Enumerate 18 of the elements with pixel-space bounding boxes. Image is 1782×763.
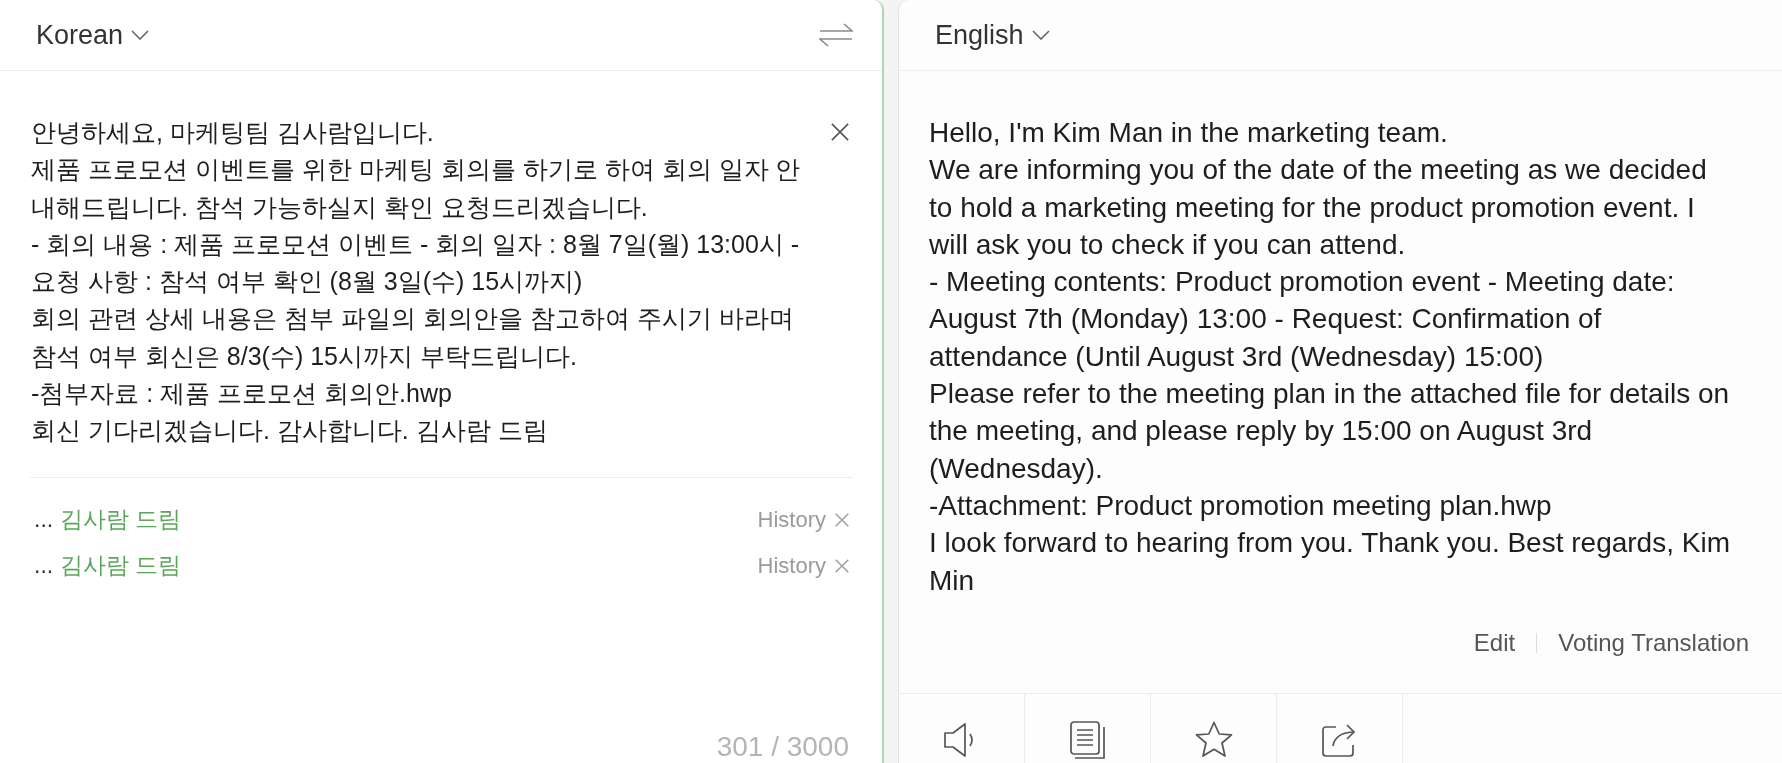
history-label: History bbox=[757, 552, 826, 579]
character-count: 301 / 3000 bbox=[716, 731, 850, 763]
star-icon[interactable] bbox=[1194, 721, 1233, 758]
history-entry[interactable]: ... 김사람 드림 bbox=[34, 550, 181, 582]
copy-icon[interactable] bbox=[1069, 721, 1106, 759]
history-entry[interactable]: ... 김사람 드림 bbox=[34, 504, 181, 536]
voting-translation-link[interactable]: Voting Translation bbox=[1558, 628, 1749, 657]
swap-icon[interactable] bbox=[819, 22, 853, 48]
close-icon[interactable] bbox=[831, 123, 849, 141]
edit-link[interactable]: Edit bbox=[1473, 628, 1516, 657]
share-icon[interactable] bbox=[1321, 721, 1358, 757]
language-selector[interactable]: Korean bbox=[36, 19, 150, 51]
source-text-field[interactable]: 안녕하세요, 마케팅팀 김사람입니다. 제품 프로모션 이벤트를 위한 마케팅 회의를 하기로 하여 회의 일자 안 내해드립니다. 참석 가능하실지 확인 요청드리겠습니다. - 회의 내용 : 제품 프로모션 이벤트 - 회의 일자 : 8월 7일(월) 13:00시 - 요청 사항 : 참석 여부 확인 (8월 3일(수) 15시까지) 회의 관련 상세 내용은 첨부 파일의 회의안을 참고하여 주시기 바라며 참석 여부 회신은 8/3(수) 15시까지 부탁드립니다. -첨부자료 : 제품 프로모션 회의안.hwp 회신 기다리겠습니다. 감사합니다. 김사람 드림 bbox=[31, 114, 831, 450]
chevron-down-icon bbox=[1031, 30, 1050, 40]
history-label: History bbox=[757, 506, 826, 533]
translation-text: Hello, I'm Kim Man in the marketing team. We are informing you of the date of the meeting as we decided to hold a marketing meeting for the product promotion event. I will ask you to check if you can attend. - Meeting contents: Product promotion event - Meeting date: August 7th (Monday) 13:00 - Request: Confirmation of attendance (Until August 3rd (Wednesday) 15:00) Please refer to the meeting plan in the attached file for details on the meeting, and please reply by 15:00 on August 3rd (Wednesday). -Attachment: Product promotion meeting plan.hwp I look forward to hearing from you. Thank you. Best regards, Kim Min bbox=[929, 116, 1731, 598]
language-selector[interactable]: English bbox=[935, 19, 1050, 51]
chevron-down-icon bbox=[131, 30, 150, 40]
